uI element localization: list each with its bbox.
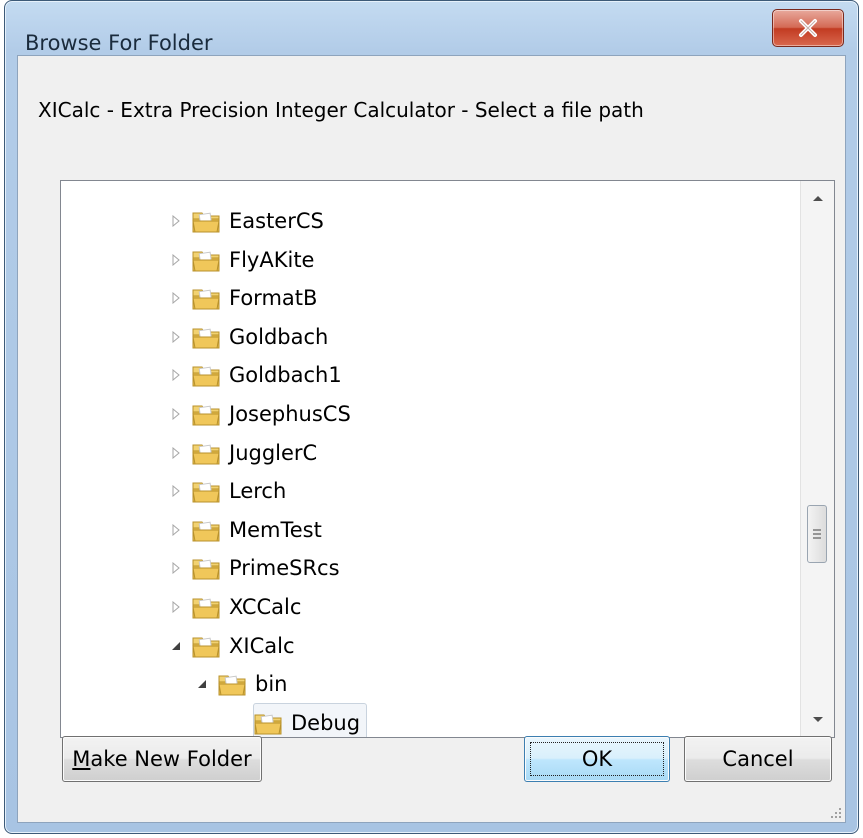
tree-item-label: FlyAKite bbox=[229, 247, 315, 272]
tree-item-debug[interactable]: Debug bbox=[227, 703, 361, 737]
resize-grip-icon[interactable] bbox=[829, 806, 843, 820]
tree-item-label: XICalc bbox=[229, 633, 295, 658]
triangle-right-icon[interactable] bbox=[165, 287, 187, 309]
folder-icon bbox=[192, 637, 220, 658]
make-new-folder-label: ake New Folder bbox=[90, 747, 252, 771]
tree-item-label: JugglerC bbox=[229, 440, 318, 465]
scroll-thumb[interactable] bbox=[807, 505, 827, 563]
folder-icon bbox=[254, 714, 282, 735]
close-icon bbox=[799, 19, 817, 37]
dialog-prompt: XICalc - Extra Precision Integer Calcula… bbox=[38, 98, 644, 122]
tree-item-flyakite[interactable]: FlyAKite bbox=[165, 240, 314, 280]
tree-item-label: MemTest bbox=[229, 517, 322, 542]
arrow-up-icon bbox=[812, 196, 823, 201]
tree-item-lerch[interactable]: Lerch bbox=[165, 471, 286, 511]
folder-icon bbox=[218, 675, 246, 696]
triangle-right-icon[interactable] bbox=[165, 403, 187, 425]
window-title: Browse For Folder bbox=[25, 31, 213, 55]
folder-icon bbox=[192, 289, 220, 310]
ok-button[interactable]: OK bbox=[524, 736, 670, 782]
tree-item-label: Goldbach bbox=[229, 324, 329, 349]
triangle-right-icon[interactable] bbox=[165, 480, 187, 502]
cancel-label: Cancel bbox=[722, 747, 794, 771]
folder-icon bbox=[192, 598, 220, 619]
tree-item-xicalc[interactable]: XICalc bbox=[165, 626, 295, 666]
folder-icon bbox=[192, 482, 220, 503]
tree-item-label: FormatB bbox=[229, 286, 318, 311]
tree-item-memtest[interactable]: MemTest bbox=[165, 510, 322, 550]
tree-item-label: EasterCS bbox=[229, 209, 324, 233]
tree-item-xccalc[interactable]: XCCalc bbox=[165, 587, 301, 627]
tree-item-label: JosephusCS bbox=[229, 402, 351, 426]
tree-item-bin[interactable]: bin bbox=[191, 664, 287, 704]
triangle-right-icon[interactable] bbox=[165, 596, 187, 618]
triangle-down-icon[interactable] bbox=[165, 635, 187, 657]
tree-scrollbar[interactable] bbox=[800, 181, 834, 737]
close-button[interactable] bbox=[772, 9, 844, 47]
tree-item-formatb[interactable]: FormatB bbox=[165, 278, 317, 318]
tree-item-primesrcs[interactable]: PrimeSRcs bbox=[165, 548, 340, 588]
triangle-right-icon[interactable] bbox=[165, 442, 187, 464]
folder-icon bbox=[192, 444, 220, 465]
arrow-down-icon bbox=[812, 717, 823, 722]
triangle-right-icon[interactable] bbox=[165, 557, 187, 579]
browse-for-folder-dialog: Browse For Folder XICalc - Extra Precisi… bbox=[4, 0, 859, 834]
triangle-right-icon[interactable] bbox=[165, 519, 187, 541]
scroll-up-button[interactable] bbox=[801, 181, 834, 215]
folder-tree[interactable]: EasterCS FlyAKite FormatB Goldbach Goldbach1… bbox=[60, 180, 835, 738]
cancel-button[interactable]: Cancel bbox=[684, 736, 832, 782]
triangle-right-icon[interactable] bbox=[165, 249, 187, 271]
tree-item-label: Debug bbox=[291, 710, 361, 735]
ok-label: OK bbox=[581, 747, 613, 771]
tree-item-goldbach1[interactable]: Goldbach1 bbox=[165, 355, 342, 395]
tree-item-label: PrimeSRcs bbox=[229, 556, 340, 581]
tree-item-label: XCCalc bbox=[229, 595, 302, 619]
tree-item-label: Lerch bbox=[229, 479, 287, 504]
folder-icon bbox=[192, 328, 220, 349]
folder-icon bbox=[192, 559, 220, 580]
make-new-folder-button[interactable]: Make New Folder bbox=[62, 736, 262, 782]
folder-icon bbox=[192, 521, 220, 542]
tree-item-eastercs[interactable]: EasterCS bbox=[165, 201, 324, 241]
tree-item-jugglerc[interactable]: JugglerC bbox=[165, 433, 317, 473]
folder-icon bbox=[192, 251, 220, 272]
grip-icon bbox=[813, 529, 821, 539]
dialog-client-area: XICalc - Extra Precision Integer Calcula… bbox=[17, 55, 846, 823]
tree-item-label: bin bbox=[255, 672, 288, 697]
tree-item-josephuscs[interactable]: JosephusCS bbox=[165, 394, 351, 434]
folder-icon bbox=[192, 212, 220, 233]
triangle-right-icon[interactable] bbox=[165, 210, 187, 232]
triangle-down-icon[interactable] bbox=[191, 673, 213, 695]
folder-icon bbox=[192, 366, 220, 387]
mnemonic-m: M bbox=[72, 747, 91, 771]
tree-item-label: Goldbach1 bbox=[229, 363, 342, 388]
scroll-down-button[interactable] bbox=[801, 703, 834, 737]
triangle-right-icon[interactable] bbox=[165, 364, 187, 386]
triangle-right-icon[interactable] bbox=[165, 326, 187, 348]
folder-icon bbox=[192, 405, 220, 426]
tree-item-goldbach[interactable]: Goldbach bbox=[165, 317, 328, 357]
